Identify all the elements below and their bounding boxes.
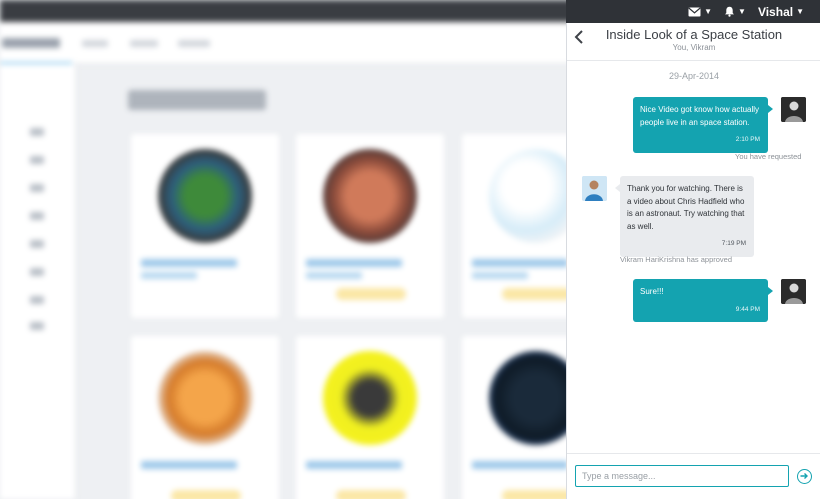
message-text: Thank you for watching. There is a video…: [627, 184, 745, 231]
message-text: Sure!!!: [640, 287, 664, 296]
message-time: 2:10 PM: [735, 136, 760, 143]
background-card: [296, 134, 444, 318]
conversation-participants: You, Vikram: [672, 43, 716, 52]
message-composer: [567, 453, 820, 499]
messages-menu[interactable]: ▼: [688, 7, 712, 17]
background-sidebar-icon: [30, 322, 44, 330]
user-photo-icon: [582, 176, 607, 201]
avatar: [582, 176, 607, 201]
background-sidebar-icon: [30, 184, 44, 192]
message-bubble-outgoing: Nice Video got know how actually people …: [633, 97, 773, 153]
notifications-menu[interactable]: ▼: [724, 6, 746, 17]
chat-panel: Inside Look of a Space Station You, Vikr…: [566, 23, 820, 499]
chevron-left-icon: [574, 30, 583, 44]
background-sidebar-icon: [30, 240, 44, 248]
background-sidebar: [0, 64, 76, 499]
mail-icon: [688, 7, 701, 16]
chevron-down-icon: ▼: [738, 7, 746, 16]
chat-header: Inside Look of a Space Station You, Vikr…: [567, 23, 820, 61]
message-bubble-outgoing: Sure!!! 9:44 PM: [633, 279, 773, 322]
background-sidebar-icon: [30, 296, 44, 304]
message-status: You have requested: [735, 152, 802, 161]
background-nav-link: [130, 40, 158, 47]
background-sidebar-icon: [30, 212, 44, 220]
avatar: [781, 97, 806, 122]
send-button[interactable]: [797, 469, 812, 484]
background-sidebar-icon: [30, 128, 44, 136]
user-name: Vishal: [757, 4, 794, 19]
user-photo-icon: [781, 279, 806, 304]
chevron-down-icon: ▼: [704, 7, 713, 16]
user-menu[interactable]: Vishal ▼: [758, 5, 804, 19]
message-text: Nice Video got know how actually people …: [640, 105, 760, 127]
background-sidebar-icon: [30, 268, 44, 276]
chevron-down-icon: ▼: [796, 7, 804, 16]
user-photo-icon: [781, 97, 806, 122]
background-heading: [128, 90, 266, 110]
back-button[interactable]: [573, 29, 585, 49]
background-card: [131, 134, 279, 318]
message-time: 9:44 PM: [735, 305, 760, 313]
arrow-right-icon: [800, 473, 808, 479]
background-nav-link: [82, 40, 108, 47]
top-bar: ▼ ▼ Vishal ▼: [566, 0, 820, 23]
background-logo: [2, 38, 60, 48]
message-time: 7:19 PM: [721, 240, 746, 247]
avatar: [781, 279, 806, 304]
date-separator: 29-Apr-2014: [668, 71, 720, 81]
bell-icon: [725, 6, 735, 17]
background-card: [131, 336, 279, 499]
conversation-title: Inside Look of a Space Station: [605, 27, 783, 42]
message-bubble-incoming: Thank you for watching. There is a video…: [615, 176, 754, 257]
background-nav-link: [178, 40, 210, 47]
message-status: Vikram HariKrishna has approved: [620, 255, 732, 264]
background-sidebar-icon: [30, 156, 44, 164]
background-card: [296, 336, 444, 499]
message-input[interactable]: [575, 465, 789, 487]
